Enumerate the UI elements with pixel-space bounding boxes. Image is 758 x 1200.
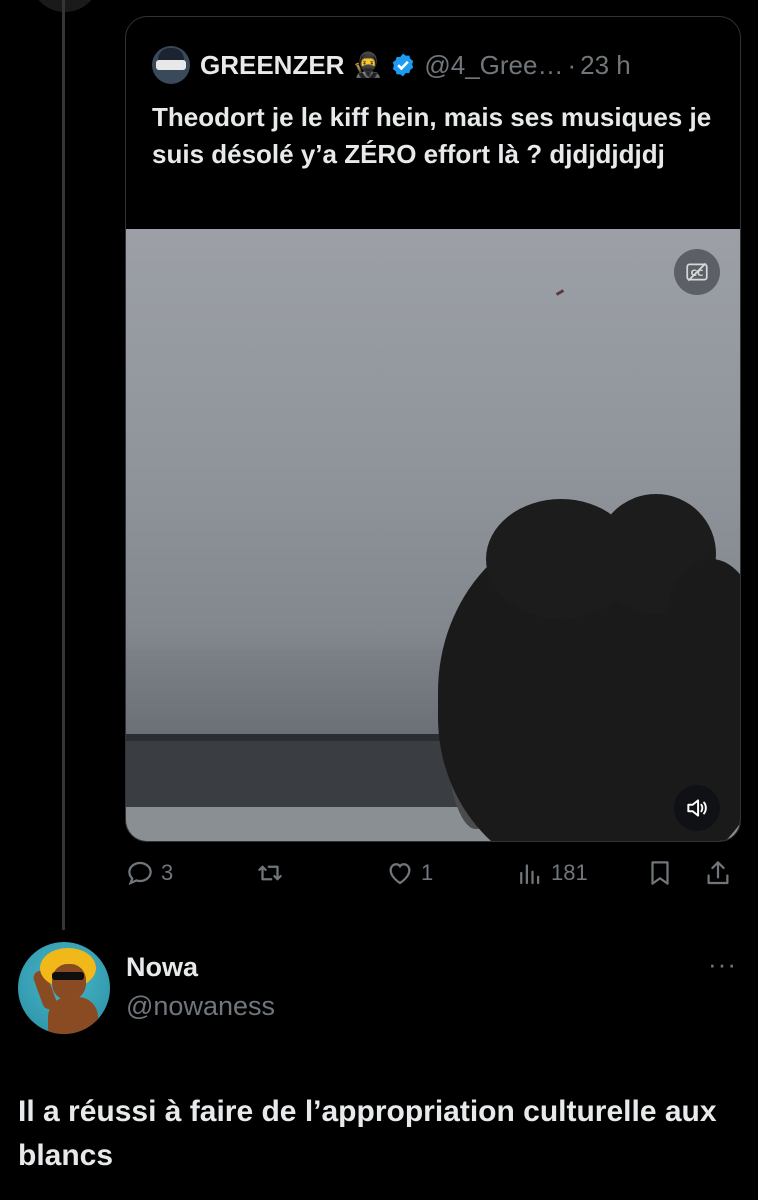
quoted-author-name[interactable]: GREENZER: [200, 50, 344, 81]
reply-author-handle[interactable]: @nowaness: [126, 991, 275, 1022]
reply-count: 3: [161, 860, 174, 885]
avatar-face: [52, 964, 86, 1000]
retweet-icon: [258, 865, 282, 881]
share-button[interactable]: [703, 858, 733, 888]
more-options-icon[interactable]: ···: [708, 951, 737, 977]
speaker-icon: [687, 799, 707, 817]
quoted-author-avatar[interactable]: [152, 46, 190, 84]
quoted-tweet-card[interactable]: GREENZER 🥷 @4_Gree… · 23 h Theodort je l…: [125, 16, 741, 842]
reply-author-avatar[interactable]: [18, 942, 110, 1034]
ninja-emoji: 🥷: [352, 51, 383, 79]
quoted-tweet-time[interactable]: 23 h: [580, 50, 631, 81]
reply-icon: [128, 861, 152, 886]
share-icon: [707, 861, 729, 885]
separator-dot: ·: [567, 49, 577, 80]
video-player[interactable]: CC: [126, 229, 740, 841]
thread-line: [62, 0, 65, 930]
reply-author-name[interactable]: Nowa: [126, 952, 198, 983]
avatar-sunglasses: [52, 972, 84, 980]
heart-icon: [389, 863, 411, 885]
verified-badge-icon: [393, 53, 414, 77]
cc-icon: CC: [686, 262, 708, 282]
analytics-icon: [520, 864, 540, 885]
sound-toggle[interactable]: [674, 785, 720, 831]
views-button[interactable]: 181: [515, 858, 588, 888]
quoted-author-handle[interactable]: @4_Gree…: [424, 50, 563, 81]
like-count: 1: [421, 860, 434, 885]
previous-avatar: [30, 0, 100, 12]
bookmark-button[interactable]: [645, 858, 675, 888]
bird-speck: [555, 289, 565, 296]
reply-button[interactable]: 3: [125, 858, 173, 888]
retweet-button[interactable]: [255, 858, 291, 888]
view-count: 181: [551, 860, 588, 885]
captions-off-icon[interactable]: CC: [674, 249, 720, 295]
reply-text: Il a réussi à faire de l’appropriation c…: [18, 1095, 717, 1172]
like-button[interactable]: 1: [385, 858, 433, 888]
quoted-tweet-text: Theodort je le kiff hein, mais ses musiq…: [152, 102, 712, 169]
tweet-actions: 3 1 181: [125, 858, 741, 898]
quoted-tweet-header: GREENZER 🥷 @4_Gree… · 23 h: [152, 46, 631, 84]
bookmark-icon: [651, 861, 669, 885]
